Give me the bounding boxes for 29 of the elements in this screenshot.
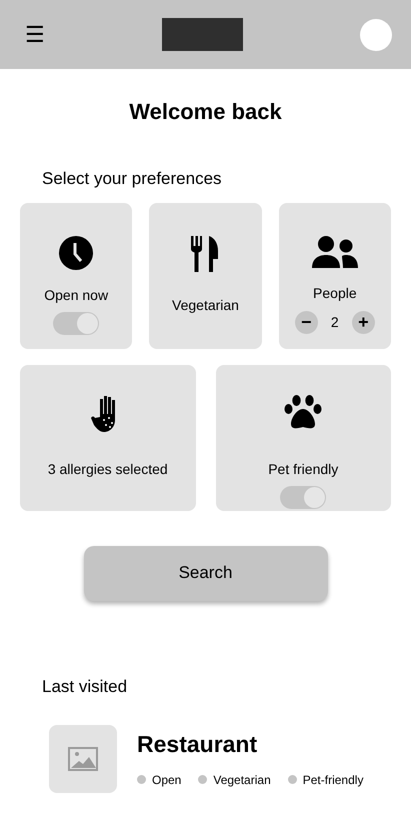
preference-card[interactable]: 3 allergies selected xyxy=(20,364,196,510)
restaurant-name: Restaurant xyxy=(137,732,258,756)
card-label: Vegetarian xyxy=(172,296,239,315)
preference-card[interactable]: Pet friendly xyxy=(216,364,391,510)
image-icon xyxy=(68,747,98,771)
paw-icon xyxy=(284,394,322,428)
avatar[interactable] xyxy=(360,18,392,50)
page-title: Welcome back xyxy=(128,98,283,126)
card-label: Pet friendly xyxy=(268,460,338,479)
preference-card[interactable]: Open now xyxy=(20,202,132,348)
toggle-switch[interactable] xyxy=(53,312,100,334)
preference-card[interactable]: Vegetarian xyxy=(149,202,262,348)
minus-button[interactable]: − xyxy=(294,310,318,334)
section-heading: Last visited xyxy=(42,676,128,698)
card-label: 3 allergies selected xyxy=(48,460,168,479)
people-icon xyxy=(312,234,358,268)
section-heading: Select your preferences xyxy=(42,168,223,190)
plus-button[interactable]: + xyxy=(352,310,375,334)
tag-label: Pet-friendly xyxy=(302,772,364,788)
preference-card[interactable]: People − 2 + xyxy=(278,202,391,348)
clock-icon xyxy=(58,234,94,270)
card-label: People xyxy=(313,284,357,303)
card-label: Open now xyxy=(44,286,108,305)
count-value: 2 xyxy=(330,312,340,332)
tag-label: Vegetarian xyxy=(213,772,271,788)
menu-icon[interactable]: ☰ xyxy=(25,24,45,46)
search-button[interactable]: Search xyxy=(84,546,328,600)
tag-label: Open xyxy=(152,772,182,788)
toggle-switch[interactable] xyxy=(280,486,326,508)
